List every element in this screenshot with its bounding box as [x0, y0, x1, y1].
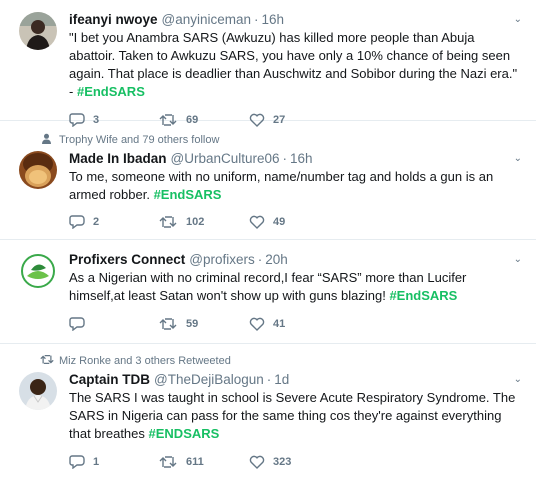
timestamp[interactable]: 1d [274, 372, 289, 387]
display-name[interactable]: Captain TDB [69, 372, 150, 387]
hashtag-link[interactable]: #ENDSARS [149, 426, 220, 441]
timestamp[interactable]: 16h [262, 12, 285, 27]
retweet-icon [40, 354, 54, 368]
tweet-header: Profixers Connect @profixers · 20h [69, 240, 524, 267]
like-count: 323 [273, 456, 292, 468]
display-name[interactable]: Made In Ibadan [69, 151, 167, 166]
tweet-actions: 59 41 [69, 317, 524, 331]
like-button[interactable]: 323 [249, 455, 339, 469]
chevron-down-icon[interactable]: ⌄ [514, 14, 522, 25]
display-name[interactable]: Profixers Connect [69, 252, 185, 267]
like-count: 49 [273, 216, 286, 228]
hashtag-link[interactable]: #EndSARS [77, 84, 145, 99]
retweet-icon [159, 456, 177, 468]
tweet-text: The SARS I was taught in school is Sever… [69, 389, 524, 443]
username[interactable]: @profixers [189, 252, 254, 267]
separator-dot: · [266, 372, 272, 387]
retweet-icon [159, 216, 177, 228]
heart-icon [249, 455, 265, 469]
heart-icon [249, 215, 265, 229]
username[interactable]: @anyiniceman [162, 12, 252, 27]
retweet-button[interactable]: 59 [159, 317, 249, 331]
retweet-count: 59 [186, 318, 199, 330]
person-icon [40, 133, 53, 147]
reply-count: 2 [93, 216, 100, 228]
timestamp[interactable]: 16h [290, 151, 313, 166]
tweet-text: To me, someone with no uniform, name/num… [69, 168, 524, 204]
display-name[interactable]: ifeanyi nwoye [69, 12, 158, 27]
separator-dot: · [254, 12, 259, 27]
hashtag-link[interactable]: #EndSARS [389, 288, 457, 303]
tweet-actions: 2 102 49 [69, 215, 524, 229]
retweet-button[interactable]: 102 [159, 215, 249, 229]
separator-dot: · [282, 151, 288, 166]
social-context[interactable]: Trophy Wife and 79 others follow [40, 133, 219, 147]
username[interactable]: @TheDejiBalogun [154, 372, 264, 387]
tweet-body: To me, someone with no uniform, name/num… [69, 169, 494, 202]
tweet-text: "I bet you Anambra SARS (Awkuzu) has kil… [69, 29, 524, 101]
social-context[interactable]: Miz Ronke and 3 others Retweeted [40, 354, 231, 368]
tweet[interactable]: ifeanyi nwoye @anyiniceman · 16h ⌄ "I be… [0, 0, 536, 127]
like-count: 41 [273, 318, 286, 330]
social-context-text: Trophy Wife and 79 others follow [59, 134, 220, 146]
tweet[interactable]: Miz Ronke and 3 others Retweeted Captain… [0, 344, 536, 481]
tweet-body: The SARS I was taught in school is Sever… [69, 390, 516, 441]
tweet-actions: 1 611 323 [69, 455, 524, 469]
username[interactable]: @UrbanCulture06 [171, 151, 280, 166]
chevron-down-icon[interactable]: ⌄ [514, 254, 522, 265]
retweet-count: 611 [186, 456, 204, 468]
like-button[interactable]: 49 [249, 215, 339, 229]
separator-dot: · [257, 252, 263, 267]
retweet-count: 102 [186, 216, 205, 228]
reply-icon [69, 215, 85, 229]
reply-button[interactable]: 1 [69, 455, 159, 469]
avatar[interactable] [19, 372, 57, 410]
tweet-header: ifeanyi nwoye @anyiniceman · 16h [69, 0, 524, 27]
social-context-text: Miz Ronke and 3 others Retweeted [59, 355, 231, 367]
chevron-down-icon[interactable]: ⌄ [514, 374, 522, 385]
reply-icon [69, 317, 85, 331]
hashtag-link[interactable]: #EndSARS [154, 187, 222, 202]
chevron-down-icon[interactable]: ⌄ [514, 153, 522, 164]
tweet[interactable]: Trophy Wife and 79 others follow Made In… [0, 121, 536, 240]
tweet-text: As a Nigerian with no criminal record,I … [69, 269, 524, 305]
retweet-icon [159, 318, 177, 330]
like-button[interactable]: 41 [249, 317, 339, 331]
reply-button[interactable] [69, 317, 159, 331]
retweet-button[interactable]: 611 [159, 455, 249, 469]
timestamp[interactable]: 20h [265, 252, 288, 267]
reply-count: 1 [93, 456, 100, 468]
avatar[interactable] [19, 252, 57, 290]
timeline-feed: ifeanyi nwoye @anyiniceman · 16h ⌄ "I be… [0, 0, 536, 481]
reply-button[interactable]: 2 [69, 215, 159, 229]
tweet[interactable]: Profixers Connect @profixers · 20h ⌄ As … [0, 240, 536, 344]
heart-icon [249, 317, 265, 331]
reply-icon [69, 455, 85, 469]
avatar[interactable] [19, 12, 57, 50]
avatar[interactable] [19, 151, 57, 189]
